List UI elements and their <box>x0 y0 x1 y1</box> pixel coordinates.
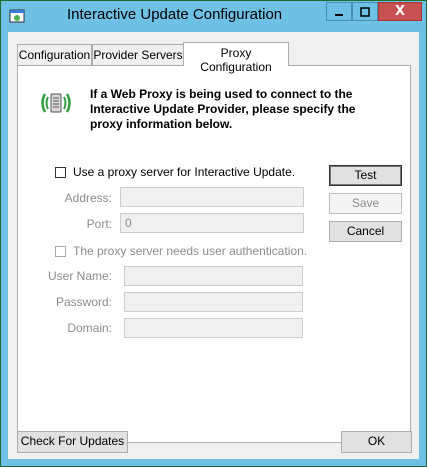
port-field[interactable]: 0 <box>120 213 304 233</box>
username-label: User Name: <box>47 269 112 283</box>
minimize-icon <box>335 13 343 16</box>
tab-label: Provider Servers <box>93 48 183 62</box>
ok-button[interactable]: OK <box>341 431 412 453</box>
maximize-button[interactable] <box>352 2 378 21</box>
proxy-icon <box>41 93 71 113</box>
tab-label: Proxy Configuration <box>200 46 272 74</box>
maximize-icon <box>360 6 370 17</box>
tab-provider-servers[interactable]: Provider Servers <box>92 44 184 65</box>
auth-checkbox[interactable] <box>55 245 66 257</box>
username-field[interactable] <box>124 266 303 286</box>
use-proxy-checkbox[interactable] <box>55 166 66 178</box>
cancel-button[interactable]: Cancel <box>329 221 402 242</box>
minimize-button[interactable] <box>326 2 352 21</box>
proxy-info-text: If a Web Proxy is being used to connect … <box>90 87 356 131</box>
auth-label: The proxy server needs user authenticati… <box>73 244 308 258</box>
address-label: Address: <box>64 191 112 205</box>
tab-label: Configuration <box>18 48 91 62</box>
password-field[interactable] <box>124 292 303 312</box>
auth-checkbox-row[interactable]: The proxy server needs user authenticati… <box>55 244 307 258</box>
dialog-client-area: Configuration Provider Servers Proxy Con… <box>8 32 419 459</box>
domain-label: Domain: <box>67 321 112 335</box>
tab-configuration[interactable]: Configuration <box>17 44 92 65</box>
check-for-updates-button[interactable]: Check For Updates <box>17 431 128 453</box>
close-button[interactable]: X <box>378 2 422 21</box>
test-button[interactable]: Test <box>329 165 402 186</box>
tab-proxy-configuration[interactable]: Proxy Configuration <box>183 42 289 74</box>
use-proxy-checkbox-row[interactable]: Use a proxy server for Interactive Updat… <box>55 165 295 179</box>
address-field[interactable] <box>120 187 304 207</box>
dialog-window: Interactive Update Configuration X Confi… <box>0 0 427 467</box>
port-label: Port: <box>86 217 112 231</box>
close-icon: X <box>394 4 406 19</box>
app-icon <box>9 9 25 23</box>
password-label: Password: <box>55 295 112 309</box>
window-title: Interactive Update Configuration <box>67 6 283 23</box>
save-button[interactable]: Save <box>329 193 402 214</box>
domain-field[interactable] <box>124 318 303 338</box>
use-proxy-label: Use a proxy server for Interactive Updat… <box>73 165 296 179</box>
title-bar[interactable]: Interactive Update Configuration X <box>1 1 426 31</box>
